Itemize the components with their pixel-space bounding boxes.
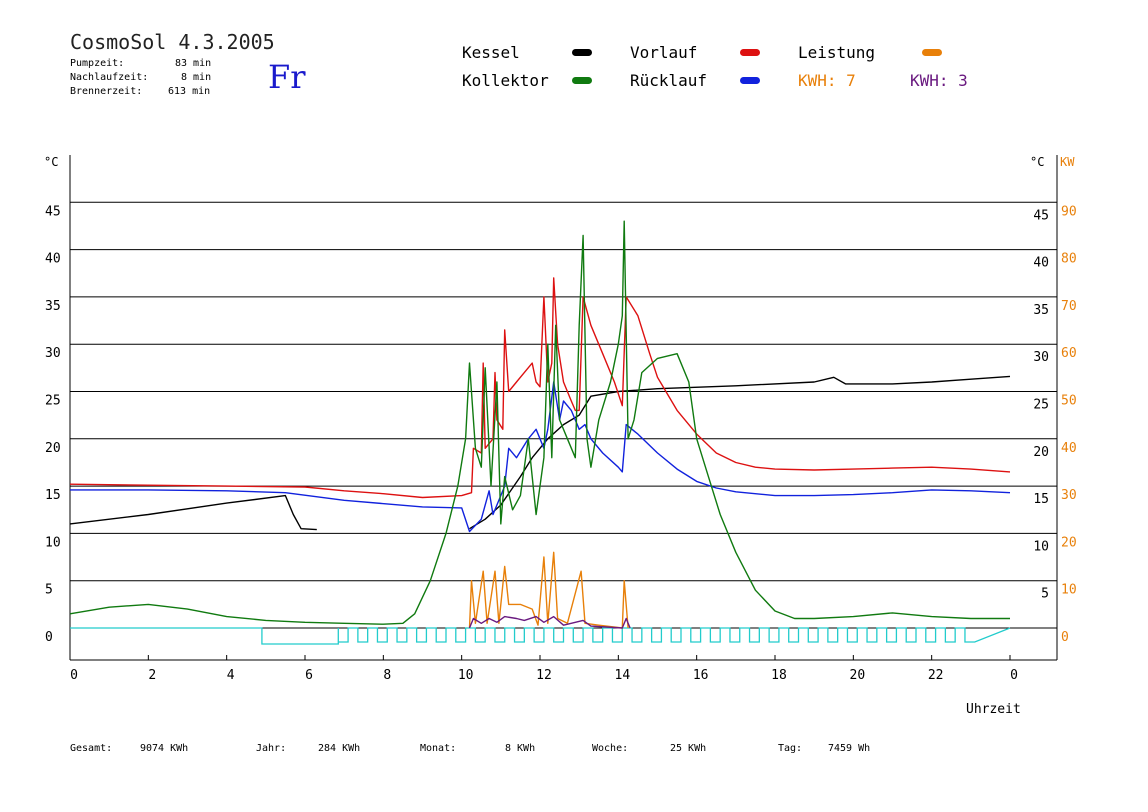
footer-gesamt-value: 9074 KWh	[140, 743, 189, 754]
series-line-0	[69, 494, 317, 531]
x-tick-label: 4	[227, 668, 235, 683]
x-tick-label: 16	[693, 668, 709, 683]
y-tick-label-left: 5	[45, 583, 53, 598]
x-tick-label: 14	[615, 668, 631, 683]
footer-gesamt-label: Gesamt:	[70, 743, 113, 754]
footer-jahr-label: Jahr:	[256, 743, 287, 754]
x-tick-label: 8	[383, 668, 391, 683]
y-tick-label-right: 30	[1033, 350, 1049, 365]
footer-monat-label: Monat:	[420, 743, 457, 754]
y-tick-label-right: 15	[1033, 492, 1049, 507]
x-tick-label: 0	[1010, 668, 1018, 683]
y-tick-label-right: 25	[1033, 398, 1049, 413]
series-line-4	[69, 220, 1010, 625]
y-tick-label-left: 10	[45, 535, 61, 550]
x-tick-label: 18	[771, 668, 787, 683]
left-axis-unit: °C	[44, 155, 59, 169]
series-line-1	[469, 375, 1011, 530]
y-tick-label-right: 40	[1033, 256, 1049, 271]
y-tick-label-left: 35	[45, 299, 61, 314]
y-tick-label-kw: 10	[1061, 583, 1077, 598]
series-line-3	[70, 381, 1011, 533]
y-tick-label-kw: 50	[1061, 394, 1077, 409]
x-tick-label: 12	[536, 668, 552, 683]
x-axis-label: Uhrzeit	[966, 702, 1021, 717]
y-tick-label-right: 45	[1033, 208, 1049, 223]
temperature-chart: 0510152025303540455101520253035404501020…	[45, 155, 1077, 683]
y-tick-label-right: 35	[1033, 303, 1049, 318]
x-tick-label: 2	[148, 668, 156, 683]
footer-jahr-value: 284 KWh	[318, 743, 361, 754]
y-tick-label-left: 30	[45, 346, 61, 361]
y-tick-label-right: 10	[1033, 539, 1049, 554]
y-tick-label-kw: 80	[1061, 252, 1077, 267]
y-tick-label-kw: 60	[1061, 346, 1077, 361]
y-tick-label-right: 5	[1041, 587, 1049, 602]
footer-monat-value: 8 KWh	[505, 743, 536, 754]
y-tick-label-left: 0	[45, 630, 53, 645]
pump-status-line	[70, 627, 1011, 645]
right-axis-unit-kw: KW	[1060, 155, 1075, 169]
y-tick-label-kw: 90	[1061, 204, 1077, 219]
y-tick-label-left: 15	[45, 488, 61, 503]
x-tick-label: 0	[70, 668, 78, 683]
x-tick-label: 10	[458, 668, 474, 683]
y-tick-label-kw: 0	[1061, 630, 1069, 645]
series-line-2	[69, 277, 1011, 499]
x-tick-label: 6	[305, 668, 313, 683]
y-tick-label-kw: 20	[1061, 535, 1077, 550]
y-tick-label-kw: 70	[1061, 299, 1077, 314]
series-line-5	[468, 551, 629, 629]
y-tick-label-kw: 30	[1061, 488, 1077, 503]
footer-woche-label: Woche:	[592, 743, 629, 754]
right-axis-unit-c: °C	[1030, 155, 1045, 169]
y-tick-label-left: 45	[45, 204, 61, 219]
footer-tag-value: 7459 Wh	[828, 743, 871, 754]
y-tick-label-right: 20	[1033, 445, 1049, 460]
x-tick-label: 22	[928, 668, 944, 683]
x-tick-label: 20	[850, 668, 866, 683]
footer-woche-value: 25 KWh	[670, 743, 707, 754]
y-tick-label-left: 20	[45, 441, 61, 456]
y-tick-label-kw: 40	[1061, 441, 1077, 456]
footer-tag-label: Tag:	[778, 743, 803, 754]
y-tick-label-left: 40	[45, 252, 61, 267]
y-tick-label-left: 25	[45, 394, 61, 409]
